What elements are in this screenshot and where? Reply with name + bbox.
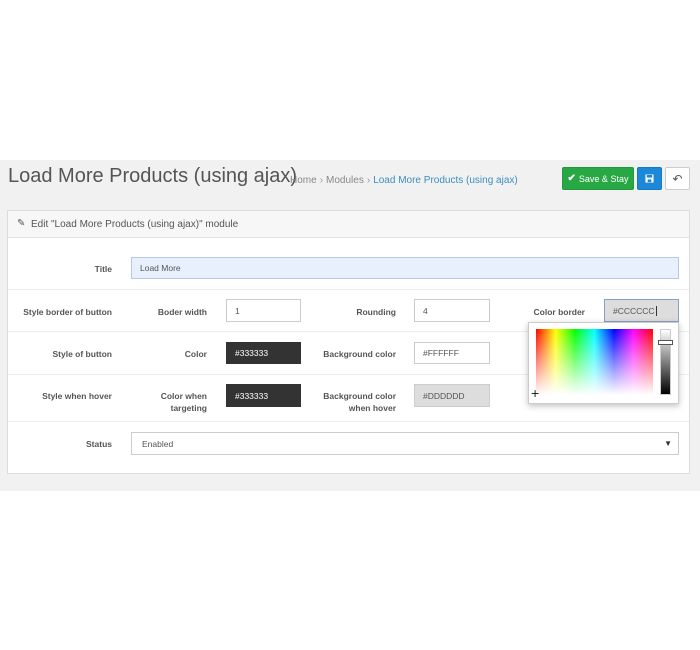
color-border-value: #CCCCCC xyxy=(613,305,655,316)
page-title: Load More Products (using ajax) xyxy=(8,165,298,187)
crosshair-icon[interactable]: + xyxy=(531,386,539,400)
row-divider xyxy=(8,289,689,290)
pencil-icon: ✎ xyxy=(17,218,26,229)
color-border-input[interactable]: #CCCCCC xyxy=(604,299,679,322)
save-and-stay-label: Save & Stay xyxy=(578,173,629,184)
breadcrumb-home[interactable]: Home xyxy=(290,175,317,186)
rounding-label: Rounding xyxy=(356,307,396,317)
color-input[interactable]: #333333 xyxy=(226,342,301,364)
brightness-slider-handle[interactable] xyxy=(658,340,673,345)
rounding-input[interactable]: 4 xyxy=(414,299,490,322)
style-border-label: Style border of button xyxy=(23,307,112,317)
title-label: Title xyxy=(94,264,112,274)
row-divider xyxy=(8,421,689,422)
breadcrumb-modules[interactable]: Modules xyxy=(326,175,364,186)
brightness-slider[interactable] xyxy=(660,329,671,395)
color-border-label: Color border xyxy=(533,307,585,317)
panel-title: Edit "Load More Products (using ajax)" m… xyxy=(31,219,239,230)
color-targeting-input[interactable]: #333333 xyxy=(226,384,301,407)
background-color-input[interactable]: #FFFFFF xyxy=(414,342,490,364)
save-button[interactable] xyxy=(637,167,662,190)
status-select[interactable]: Enabled ▼ xyxy=(131,432,679,455)
back-arrow-icon: ↶ xyxy=(672,171,683,186)
breadcrumb: Home › Modules › Load More Products (using a… xyxy=(290,175,518,186)
color-value: #333333 xyxy=(235,348,269,358)
style-hover-label: Style when hover xyxy=(42,391,112,401)
panel-heading: ✎ Edit "Load More Products (using ajax)"… xyxy=(8,211,689,238)
text-cursor xyxy=(655,305,657,316)
border-width-value: 1 xyxy=(235,305,240,316)
floppy-disk-icon xyxy=(645,174,654,183)
border-width-label: Boder width xyxy=(157,307,207,317)
color-spectrum[interactable] xyxy=(536,329,653,395)
breadcrumb-current[interactable]: Load More Products (using ajax) xyxy=(373,175,518,186)
rounding-value: 4 xyxy=(423,305,428,316)
color-targeting-label: Color when targeting xyxy=(160,391,207,413)
background-hover-value: #DDDDDD xyxy=(423,390,465,401)
title-input-value: Load More xyxy=(140,263,181,273)
title-input[interactable]: Load More xyxy=(131,257,679,279)
status-select-value: Enabled xyxy=(142,438,174,449)
check-icon: ✔ xyxy=(567,173,576,184)
border-width-input[interactable]: 1 xyxy=(226,299,301,322)
background-color-label: Background color xyxy=(323,349,396,359)
background-hover-input[interactable]: #DDDDDD xyxy=(414,384,490,407)
color-label: Color xyxy=(184,349,207,359)
background-color-value: #FFFFFF xyxy=(423,348,459,358)
save-and-stay-button[interactable]: ✔ Save & Stay xyxy=(562,167,634,190)
color-targeting-value: #333333 xyxy=(235,390,269,401)
style-button-label: Style of button xyxy=(52,349,113,359)
back-button[interactable]: ↶ xyxy=(665,167,690,190)
background-hover-label: Background color when hover xyxy=(323,391,396,413)
status-label: Status xyxy=(86,439,112,449)
chevron-down-icon: ▼ xyxy=(664,439,672,448)
breadcrumb-separator: › xyxy=(319,175,324,186)
breadcrumb-separator: › xyxy=(366,175,371,186)
color-picker-popup: + xyxy=(528,322,679,404)
